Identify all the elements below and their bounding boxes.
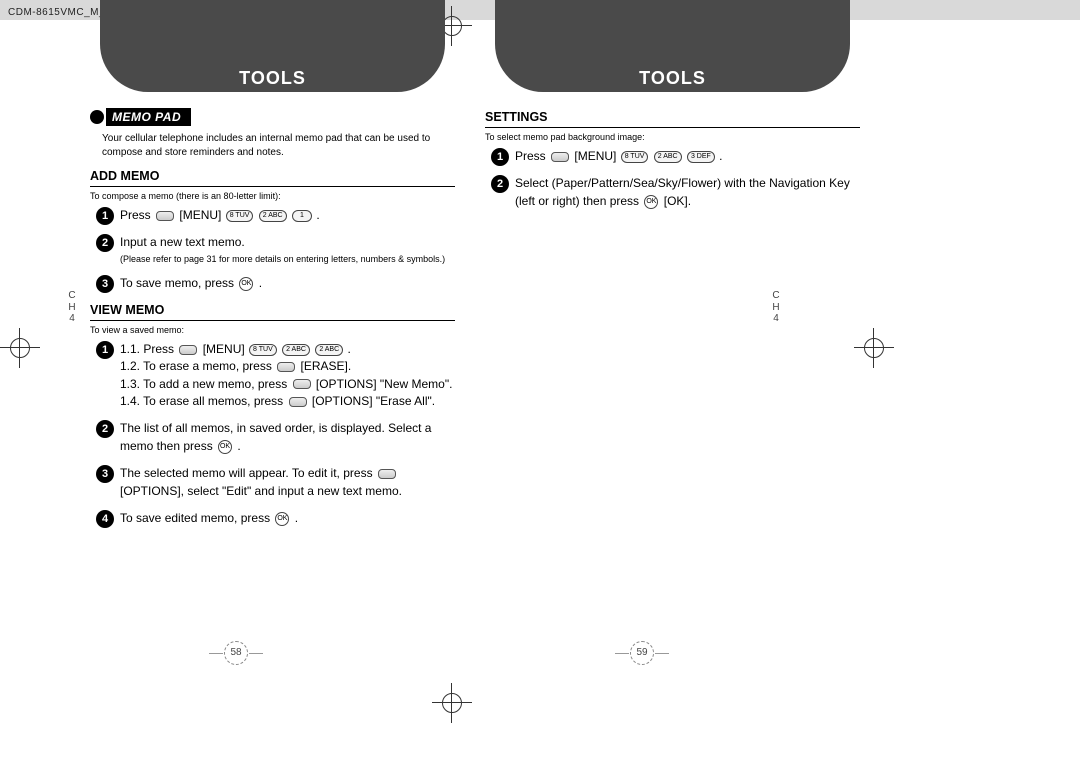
view-memo-steps: 1 1.1. Press [MENU] 8 TUV 2 ABC 2 ABC . … — [90, 341, 455, 528]
page-58: TOOLS MEMO PAD Your cellular telephone i… — [90, 32, 475, 607]
step-number-icon: 2 — [96, 234, 114, 252]
add-memo-steps: 1 Press [MENU] 8 TUV 2 ABC 1 . 2 Input a… — [90, 207, 455, 293]
view-memo-heading: VIEW MEMO — [90, 303, 455, 321]
ok-key-icon: OK — [239, 277, 253, 291]
ok-key-icon: OK — [644, 195, 658, 209]
key-2-icon: 2 ABC — [654, 151, 682, 163]
add-memo-step-1: 1 Press [MENU] 8 TUV 2 ABC 1 . — [90, 207, 455, 224]
ok-key-icon: OK — [218, 440, 232, 454]
add-memo-step-3: 3 To save memo, press OK . — [90, 275, 455, 292]
step-number-icon: 1 — [96, 207, 114, 225]
settings-caption: To select memo pad background image: — [485, 132, 860, 142]
step-number-icon: 3 — [96, 275, 114, 293]
key-2-icon: 2 ABC — [282, 344, 310, 356]
right-softkey-icon — [277, 362, 295, 372]
header-title-left: TOOLS — [90, 68, 455, 89]
add-memo-step-2-note: (Please refer to page 31 for more detail… — [120, 254, 455, 266]
left-softkey-icon — [156, 211, 174, 221]
crop-mark-right — [854, 328, 894, 368]
memo-pad-intro: Your cellular telephone includes an inte… — [102, 132, 442, 159]
add-memo-step-2: 2 Input a new text memo. (Please refer t… — [90, 234, 455, 265]
page-59: TOOLS SETTINGS To select memo pad backgr… — [475, 32, 860, 607]
page-number-58: 58 — [224, 641, 248, 665]
left-softkey-icon — [179, 345, 197, 355]
crop-mark-bottom — [432, 683, 472, 723]
page-spread: TOOLS MEMO PAD Your cellular telephone i… — [90, 32, 860, 607]
step-number-icon: 2 — [96, 420, 114, 438]
key-1-icon: 1 — [292, 210, 312, 222]
view-memo-step-4: 4 To save edited memo, press OK . — [90, 510, 455, 527]
key-2-icon: 2 ABC — [259, 210, 287, 222]
ok-key-icon: OK — [275, 512, 289, 526]
view-memo-caption: To view a saved memo: — [90, 325, 455, 335]
step-number-icon: 1 — [491, 148, 509, 166]
view-memo-step-2: 2 The list of all memos, in saved order,… — [90, 420, 455, 455]
left-softkey-icon — [289, 397, 307, 407]
settings-step-1: 1 Press [MENU] 8 TUV 2 ABC 3 DEF . — [485, 148, 860, 165]
page-header-left: TOOLS — [90, 32, 455, 102]
crop-mark-left — [0, 328, 40, 368]
step-number-icon: 4 — [96, 510, 114, 528]
step-number-icon: 1 — [96, 341, 114, 359]
add-memo-heading: ADD MEMO — [90, 169, 455, 187]
key-8-icon: 8 TUV — [249, 344, 277, 356]
settings-steps: 1 Press [MENU] 8 TUV 2 ABC 3 DEF . 2 Sel… — [485, 148, 860, 210]
step-number-icon: 2 — [491, 175, 509, 193]
key-8-icon: 8 TUV — [226, 210, 254, 222]
key-8-icon: 8 TUV — [621, 151, 649, 163]
left-softkey-icon — [378, 469, 396, 479]
step-number-icon: 3 — [96, 465, 114, 483]
left-softkey-icon — [551, 152, 569, 162]
settings-heading: SETTINGS — [485, 110, 860, 128]
view-memo-step-3: 3 The selected memo will appear. To edit… — [90, 465, 455, 500]
view-memo-step-1: 1 1.1. Press [MENU] 8 TUV 2 ABC 2 ABC . … — [90, 341, 455, 411]
key-2-icon: 2 ABC — [315, 344, 343, 356]
page-number-59: 59 — [630, 641, 654, 665]
key-3-icon: 3 DEF — [687, 151, 715, 163]
left-softkey-icon — [293, 379, 311, 389]
page-header-right: TOOLS — [485, 32, 860, 102]
memo-pad-badge: MEMO PAD — [90, 108, 455, 126]
add-memo-caption: To compose a memo (there is an 80-letter… — [90, 191, 455, 201]
chapter-indicator-left: C H 4 — [62, 290, 82, 325]
settings-step-2: 2 Select (Paper/Pattern/Sea/Sky/Flower) … — [485, 175, 860, 210]
header-title-right: TOOLS — [485, 68, 860, 89]
